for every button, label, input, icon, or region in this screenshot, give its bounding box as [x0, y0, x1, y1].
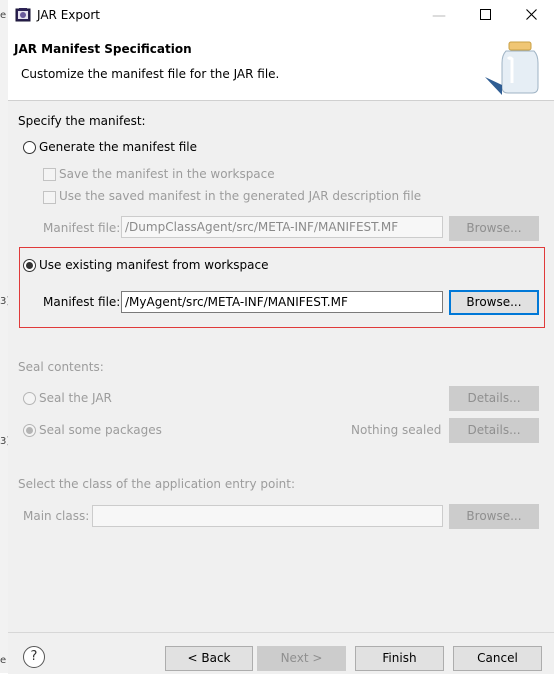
specify-manifest-label: Specify the manifest: [18, 114, 146, 128]
help-icon[interactable]: ? [23, 646, 45, 668]
minimize-button[interactable]: — [416, 0, 462, 31]
background-fragment: e [0, 655, 7, 666]
eclipse-app-icon [15, 7, 31, 23]
seal-packages-radio[interactable] [23, 424, 36, 437]
seal-jar-label[interactable]: Seal the JAR [39, 391, 112, 405]
seal-packages-label[interactable]: Seal some packages [39, 423, 162, 437]
maximize-icon [479, 8, 491, 24]
existing-manifest-file-label: Manifest file: [43, 295, 121, 309]
page-title: JAR Manifest Specification [14, 42, 192, 56]
existing-manifest-file-field[interactable]: /MyAgent/src/META-INF/MANIFEST.MF [121, 291, 443, 313]
entry-point-label: Select the class of the application entr… [18, 477, 296, 491]
seal-status-text: Nothing sealed [351, 423, 442, 437]
seal-packages-details-button[interactable]: Details... [449, 418, 539, 443]
seal-jar-details-button[interactable]: Details... [449, 386, 539, 411]
seal-jar-radio[interactable] [23, 392, 36, 405]
window-title: JAR Export [37, 8, 100, 22]
page-description: Customize the manifest file for the JAR … [21, 67, 280, 81]
back-button[interactable]: < Back [165, 646, 253, 671]
close-button[interactable] [508, 0, 554, 31]
next-button[interactable]: Next > [257, 646, 346, 671]
save-manifest-checkbox[interactable] [43, 168, 56, 181]
use-saved-manifest-checkbox[interactable] [43, 191, 56, 204]
jar-wizard-icon [482, 37, 542, 97]
generated-manifest-browse-button[interactable]: Browse... [449, 216, 539, 241]
radio-selected-dot [26, 427, 33, 434]
existing-manifest-label[interactable]: Use existing manifest from workspace [39, 258, 269, 272]
use-saved-manifest-label[interactable]: Use the saved manifest in the generated … [59, 189, 421, 203]
main-class-field[interactable] [92, 505, 443, 527]
maximize-button[interactable] [462, 0, 508, 31]
main-class-browse-button[interactable]: Browse... [449, 504, 539, 529]
minimize-icon: — [432, 7, 446, 24]
generate-manifest-label[interactable]: Generate the manifest file [39, 140, 197, 154]
generated-manifest-file-label: Manifest file: [43, 221, 121, 235]
generated-manifest-file-field[interactable]: /DumpClassAgent/src/META-INF/MANIFEST.MF [121, 216, 443, 238]
finish-button[interactable]: Finish [355, 646, 444, 671]
radio-selected-dot [26, 262, 33, 269]
existing-manifest-radio[interactable] [23, 259, 36, 272]
wizard-header: JAR Manifest Specification Customize the… [8, 31, 554, 101]
close-icon [525, 8, 537, 24]
jar-export-dialog: JAR Export — JAR Manifest Specification … [8, 0, 554, 674]
background-fragment: e [0, 10, 7, 21]
main-class-label: Main class: [23, 509, 90, 523]
existing-manifest-browse-button[interactable]: Browse... [449, 290, 539, 315]
cancel-button[interactable]: Cancel [453, 646, 542, 671]
save-manifest-label[interactable]: Save the manifest in the workspace [59, 167, 275, 181]
generate-manifest-radio[interactable] [23, 141, 36, 154]
seal-contents-label: Seal contents: [18, 360, 104, 374]
title-bar: JAR Export — [8, 0, 554, 31]
